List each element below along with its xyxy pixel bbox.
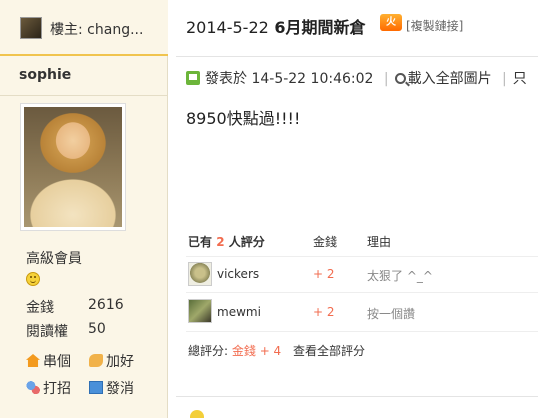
home-icon	[26, 354, 40, 367]
summary-label: 總評分:	[188, 344, 229, 358]
op-avatar[interactable]	[20, 17, 42, 39]
stat-read-label: 閱讀權	[26, 324, 68, 340]
op-label[interactable]: 樓主: chang...	[50, 19, 143, 39]
avatar-image	[24, 107, 122, 227]
thread-title: 2014-5-22 6月期間新倉	[186, 14, 366, 38]
rater-avatar[interactable]	[188, 262, 212, 286]
stat-read-value: 50	[88, 321, 106, 337]
meta-separator: |	[502, 71, 507, 87]
rating-amount: + 2	[313, 267, 335, 281]
rating-header-suffix: 人評分	[228, 235, 265, 249]
rater-name[interactable]: vickers	[217, 267, 259, 281]
post-body: 8950快點過!!!!	[186, 109, 301, 128]
rater-name[interactable]: mewmi	[217, 305, 261, 319]
smiley-icon	[190, 410, 204, 418]
divider	[186, 331, 538, 332]
divider	[186, 256, 538, 257]
greet-icon	[26, 381, 40, 394]
rating-summary: 總評分: 金錢 + 4 查看全部評分	[188, 342, 365, 359]
summary-value: 金錢 + 4	[231, 344, 282, 358]
add-friend-label: 加好	[106, 354, 134, 370]
visit-space-label: 串個	[43, 354, 71, 370]
rater-avatar[interactable]	[188, 299, 212, 323]
divider	[0, 95, 168, 96]
op-bar: 樓主: chang...	[0, 0, 168, 56]
greet-label: 打招	[43, 381, 71, 397]
search-icon	[394, 73, 406, 84]
post-meta: 發表於 14-5-22 10:46:02 | 載入全部圖片 | 只	[186, 68, 527, 88]
rating-header: 已有 2 人評分	[188, 233, 265, 250]
username-link[interactable]: sophie	[19, 67, 71, 83]
title-text: 6月期間新倉	[274, 18, 366, 37]
stat-money-label: 金錢	[26, 300, 54, 316]
send-message-link[interactable]: 發消	[89, 378, 134, 398]
rating-reason: 按一個讚	[367, 307, 416, 321]
rating-header-prefix: 已有	[188, 235, 213, 249]
only-author-link[interactable]: 只	[513, 71, 527, 87]
title-date: 2014-5-22	[186, 18, 269, 37]
rating-count: 2	[216, 235, 225, 249]
stat-money-value: 2616	[88, 297, 124, 313]
rating-col-money: 金錢	[313, 235, 338, 249]
send-message-label: 發消	[106, 381, 134, 397]
envelope-icon	[89, 381, 103, 394]
rating-col-reason: 理由	[367, 235, 392, 249]
posted-at: 14-5-22 10:46:02	[251, 71, 374, 87]
greet-link[interactable]: 打招	[26, 378, 71, 398]
divider	[186, 292, 538, 293]
smiley-icon	[26, 272, 40, 286]
post-icon	[186, 71, 200, 85]
author-sidebar: 樓主: chang... sophie 高級會員 金錢 2616 閱讀權 50 …	[0, 0, 168, 418]
posted-at-label: 發表於	[205, 71, 247, 87]
load-images-link[interactable]: 載入全部圖片	[408, 71, 492, 87]
hot-badge-icon: 火	[380, 14, 402, 31]
avatar[interactable]	[20, 103, 126, 231]
visit-space-link[interactable]: 串個	[26, 351, 71, 371]
add-friend-link[interactable]: 加好	[89, 351, 134, 371]
divider	[176, 396, 538, 397]
rating-amount: + 2	[313, 305, 335, 319]
meta-separator: |	[383, 71, 389, 87]
copy-link-button[interactable]: [複製鏈接]	[406, 17, 463, 34]
user-rank[interactable]: 高級會員	[26, 248, 82, 268]
view-all-ratings-link[interactable]: 查看全部評分	[293, 344, 365, 358]
handshake-icon	[89, 354, 103, 367]
rating-reason: 太狠了 ^_^	[367, 269, 433, 283]
divider	[176, 56, 538, 57]
